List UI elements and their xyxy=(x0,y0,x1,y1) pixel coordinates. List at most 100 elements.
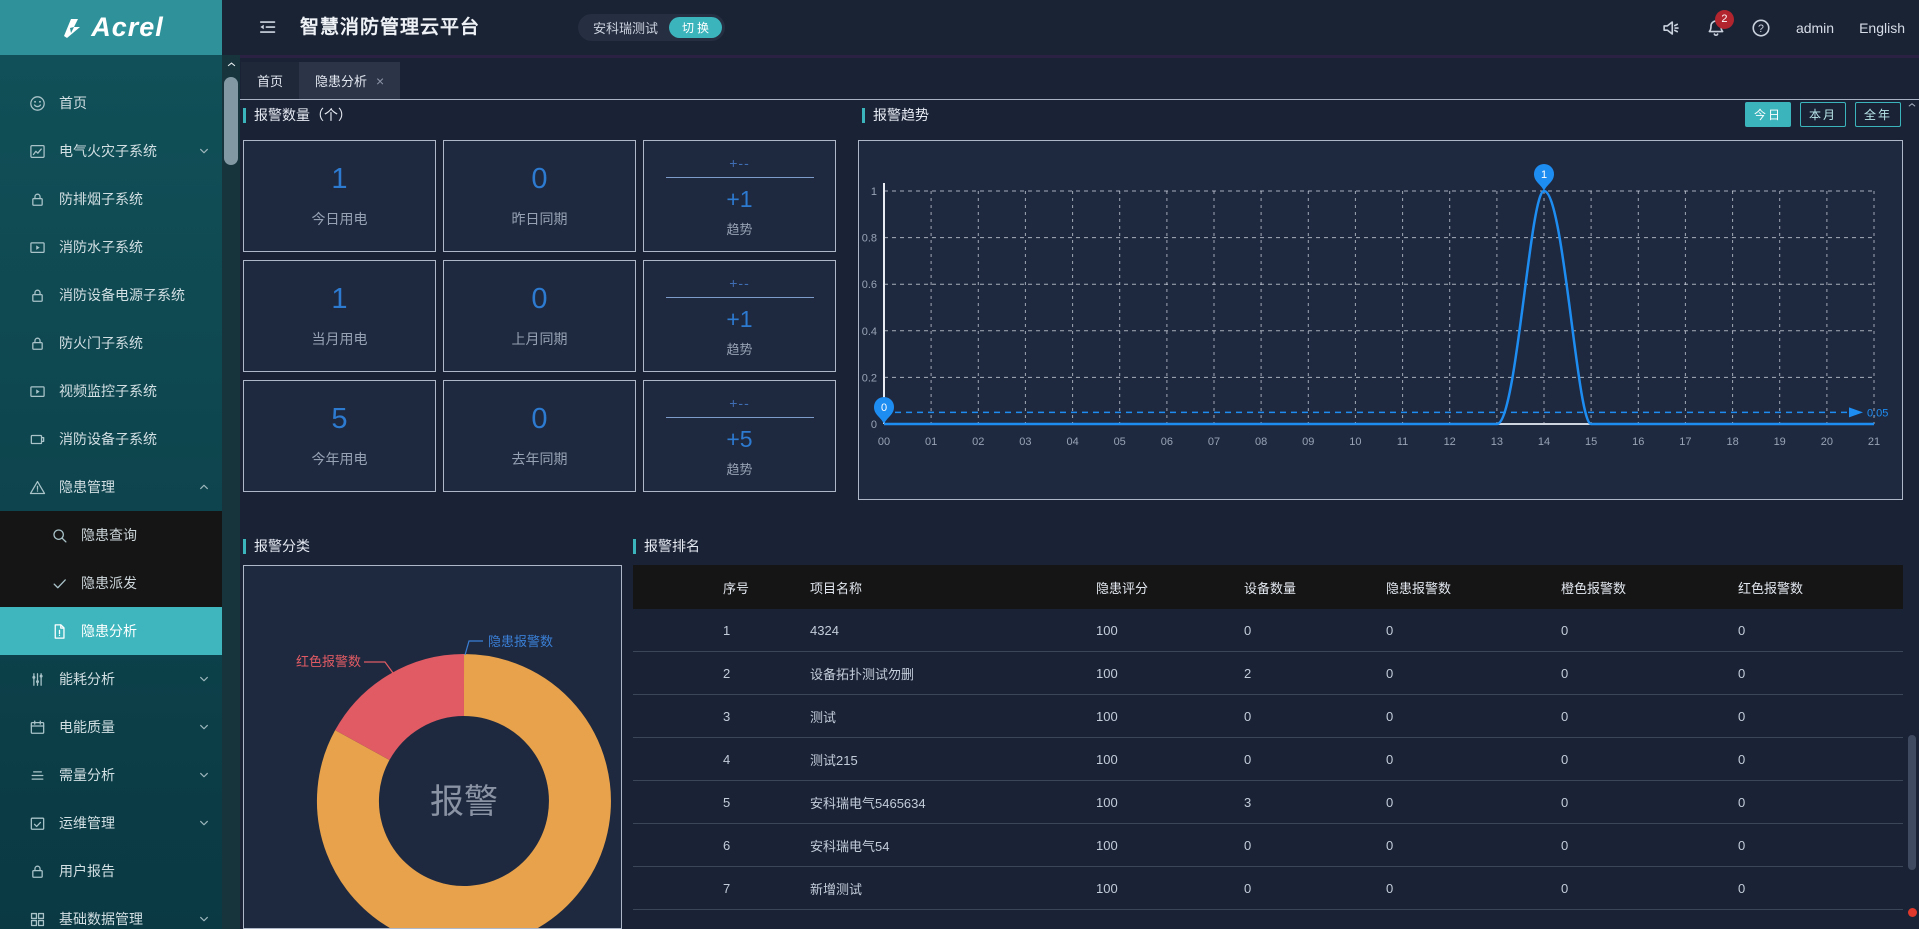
svg-text:隐患报警数: 隐患报警数 xyxy=(488,634,553,649)
sidebar-item-label: 隐患查询 xyxy=(81,525,137,545)
table-cell: 5 xyxy=(723,795,810,810)
table-cell: 6 xyxy=(723,838,810,853)
header-actions: 2 ? admin English xyxy=(1661,0,1905,55)
alarm-category-section-title: 报警分类 xyxy=(243,536,310,556)
menu-fold-icon xyxy=(257,17,277,37)
stat-label: 趋势 xyxy=(726,339,752,358)
table-cell: 100 xyxy=(1096,666,1244,681)
sliders-icon xyxy=(29,671,46,688)
sidebar-item-video-monitoring-subsystem[interactable]: 视频监控子系统 xyxy=(0,367,222,415)
sidebar-item-home[interactable]: 首页 xyxy=(0,79,222,127)
svg-text:04: 04 xyxy=(1066,436,1078,448)
trend-numerator: +-- xyxy=(729,155,750,171)
table-cell: 0 xyxy=(1386,752,1561,767)
sidebar-item-fire-equipment-power-subsystem[interactable]: 消防设备电源子系统 xyxy=(0,271,222,319)
speaker-icon xyxy=(1661,18,1681,38)
lock-icon xyxy=(29,287,46,304)
chevron-down-icon xyxy=(197,768,211,782)
language-switch[interactable]: English xyxy=(1859,20,1905,36)
broadcast-button[interactable] xyxy=(1661,18,1681,38)
sidebar-item-energy-analysis[interactable]: 能耗分析 xyxy=(0,655,222,703)
sidebar-item-demand-analysis[interactable]: 需量分析 xyxy=(0,751,222,799)
sidebar-item-fire-equipment-subsystem[interactable]: 消防设备子系统 xyxy=(0,415,222,463)
svg-text:17: 17 xyxy=(1679,436,1691,448)
chevron-up-icon xyxy=(226,59,237,70)
column-header: 隐患评分 xyxy=(1096,578,1244,597)
stat-value: 0 xyxy=(531,163,547,196)
sidebar-item-label: 首页 xyxy=(59,93,87,113)
trend-value: +1 xyxy=(726,306,752,333)
range-button-today[interactable]: 今日 xyxy=(1745,102,1791,127)
check-icon xyxy=(51,575,68,592)
sidebar-item-hidden-danger-dispatch[interactable]: 隐患派发 xyxy=(0,559,222,607)
trend-divider xyxy=(666,417,814,418)
sidebar-scrollbar-thumb[interactable] xyxy=(224,77,238,165)
sidebar-item-user-report[interactable]: 用户报告 xyxy=(0,847,222,895)
main-scrollbar[interactable] xyxy=(1907,100,1917,929)
sidebar-item-hidden-danger-query[interactable]: 隐患查询 xyxy=(0,511,222,559)
notification-badge: 2 xyxy=(1715,10,1734,29)
svg-text:19: 19 xyxy=(1774,436,1786,448)
smile-icon xyxy=(29,95,46,112)
sidebar-item-electrical-fire-subsystem[interactable]: 电气火灾子系统 xyxy=(0,127,222,175)
sidebar-item-fire-door-subsystem[interactable]: 防火门子系统 xyxy=(0,319,222,367)
tab-bar: 首页 隐患分析 × xyxy=(240,58,1919,100)
table-cell: 0 xyxy=(1738,795,1903,810)
stat-card-today-power: 1今日用电 xyxy=(243,140,436,252)
user-menu[interactable]: admin xyxy=(1796,20,1834,36)
sidebar-scrollbar[interactable] xyxy=(222,55,240,929)
tenant-name: 安科瑞测试 xyxy=(593,18,658,37)
svg-text:11: 11 xyxy=(1397,436,1408,448)
tab-hidden-danger-analysis[interactable]: 隐患分析 × xyxy=(299,62,400,99)
svg-text:00: 00 xyxy=(878,436,890,448)
trend-value: +1 xyxy=(726,186,752,213)
svg-text:红色报警数: 红色报警数 xyxy=(296,654,361,669)
sidebar-item-hidden-danger-analysis[interactable]: 隐患分析 xyxy=(0,607,222,655)
table-cell: 100 xyxy=(1096,838,1244,853)
help-button[interactable]: ? xyxy=(1751,18,1771,38)
table-cell: 3 xyxy=(1244,795,1386,810)
sidebar-item-label: 消防设备电源子系统 xyxy=(59,285,185,305)
table-cell: 100 xyxy=(1096,795,1244,810)
alarm-count-section-title: 报警数量（个） xyxy=(243,105,352,125)
switch-tenant-button[interactable]: 切换 xyxy=(669,17,722,38)
sidebar-item-operation-maintenance[interactable]: 运维管理 xyxy=(0,799,222,847)
table-cell: 0 xyxy=(1738,709,1903,724)
sidebar-collapse-button[interactable] xyxy=(254,15,280,41)
table-cell: 0 xyxy=(1561,838,1738,853)
main-scrollbar-thumb[interactable] xyxy=(1908,735,1916,870)
stat-value: 1 xyxy=(331,163,347,196)
sidebar-item-label: 消防水子系统 xyxy=(59,237,143,257)
table-row: 3测试1000000 xyxy=(633,695,1903,738)
table-cell: 0 xyxy=(1386,838,1561,853)
sidebar-item-basic-data-management[interactable]: 基础数据管理 xyxy=(0,895,222,929)
doc-icon xyxy=(51,623,68,640)
sidebar-item-smoke-control-subsystem[interactable]: 防排烟子系统 xyxy=(0,175,222,223)
sidebar-item-fire-water-subsystem[interactable]: 消防水子系统 xyxy=(0,223,222,271)
sidebar-item-power-quality[interactable]: 电能质量 xyxy=(0,703,222,751)
range-button-this-month[interactable]: 本月 xyxy=(1800,102,1846,127)
svg-text:13: 13 xyxy=(1491,436,1503,448)
range-button-full-year[interactable]: 全年 xyxy=(1855,102,1901,127)
tab-home[interactable]: 首页 xyxy=(241,62,299,99)
notifications-button[interactable]: 2 xyxy=(1706,18,1726,38)
main-scrollbar-up-arrow[interactable] xyxy=(1907,100,1917,110)
svg-text:05: 05 xyxy=(1114,436,1126,448)
table-cell: 安科瑞电气54 xyxy=(810,836,1096,855)
svg-text:16: 16 xyxy=(1632,436,1644,448)
stat-label: 当月用电 xyxy=(312,329,368,349)
svg-text:10: 10 xyxy=(1349,436,1361,448)
app-header: Acrel 智慧消防管理云平台 安科瑞测试 切换 2 ? admin Engli… xyxy=(0,0,1919,55)
tab-close-icon[interactable]: × xyxy=(376,73,384,89)
svg-text:报警: 报警 xyxy=(430,783,498,821)
stat-card-current-month-power: 1当月用电 xyxy=(243,260,436,372)
sidebar-item-label: 用户报告 xyxy=(59,861,115,881)
table-cell: 1 xyxy=(723,623,810,638)
sidebar-scrollbar-up-arrow[interactable] xyxy=(222,55,240,73)
svg-text:02: 02 xyxy=(972,436,984,448)
sidebar-item-hidden-danger-management[interactable]: 隐患管理 xyxy=(0,463,222,511)
table-row: 6安科瑞电气541000000 xyxy=(633,824,1903,867)
brand-name: Acrel xyxy=(91,12,164,43)
table-cell: 0 xyxy=(1386,795,1561,810)
lock-icon xyxy=(29,191,46,208)
